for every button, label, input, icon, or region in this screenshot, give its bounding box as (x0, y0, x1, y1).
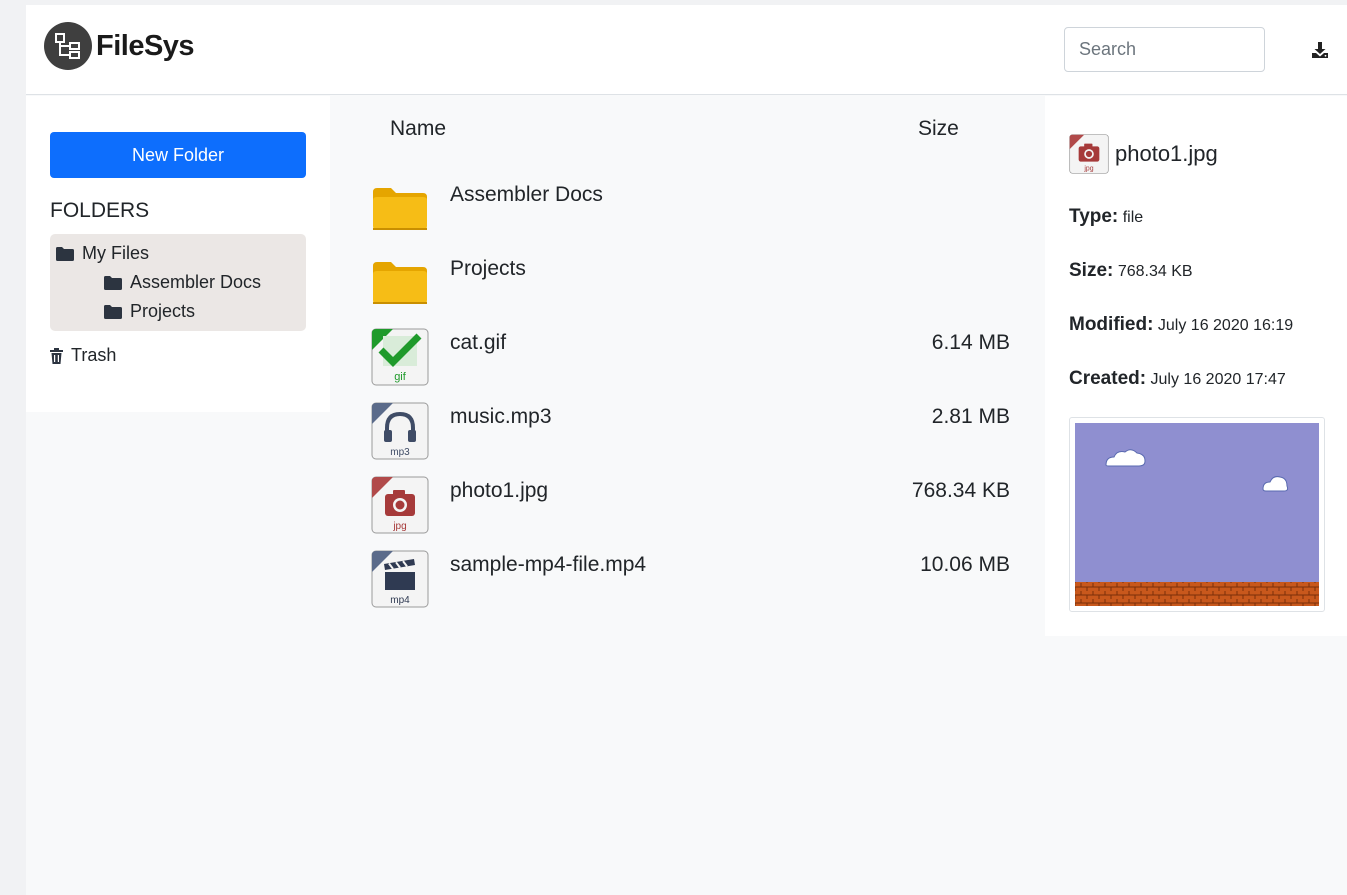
file-row-assembler-docs[interactable]: Assembler Docs (366, 177, 1016, 247)
folder-icon (56, 246, 74, 261)
column-header-size[interactable]: Size (918, 117, 959, 141)
app-name: FileSys (96, 29, 195, 62)
file-row-photo1-jpg[interactable]: jpg photo1.jpg 768.34 KB (366, 473, 1016, 543)
details-created: Created: July 16 2020 17:47 (1069, 368, 1286, 390)
file-row-sample-mp4[interactable]: mp4 sample-mp4-file.mp4 10.06 MB (366, 547, 1016, 617)
svg-text:gif: gif (394, 371, 407, 383)
details-modified: Modified: July 16 2020 16:19 (1069, 314, 1293, 336)
file-name: sample-mp4-file.mp4 (450, 553, 647, 576)
file-size: 10.06 MB (920, 553, 1010, 576)
folder-icon (373, 188, 427, 230)
header: FileSys (26, 5, 1347, 95)
file-size: 768.34 KB (911, 479, 1010, 502)
photo-thumbnail (1075, 423, 1319, 606)
tree-item-assembler-docs[interactable]: Assembler Docs (104, 272, 261, 293)
gif-file-icon: gif (371, 328, 429, 386)
details-size: Size: 768.34 KB (1069, 260, 1193, 282)
svg-text:mp4: mp4 (390, 595, 410, 606)
tree-item-projects[interactable]: Projects (104, 301, 195, 322)
file-row-cat-gif[interactable]: gif cat.gif 6.14 MB (366, 325, 1016, 395)
file-name: Assembler Docs (450, 183, 603, 206)
details-created-value: July 16 2020 17:47 (1150, 371, 1286, 388)
details-size-label: Size: (1069, 260, 1114, 281)
tree-item-label: Assembler Docs (130, 272, 262, 292)
file-size: 6.14 MB (931, 331, 1010, 354)
details-title: jpg photo1.jpg (1069, 134, 1218, 174)
jpg-file-icon: jpg (1069, 134, 1109, 174)
download-button[interactable] (1307, 38, 1333, 62)
details-created-label: Created: (1069, 368, 1147, 389)
brand[interactable]: FileSys (44, 22, 195, 70)
file-row-music-mp3[interactable]: mp3 music.mp3 2.81 MB (366, 399, 1016, 469)
file-name: photo1.jpg (450, 479, 549, 502)
svg-text:mp3: mp3 (390, 447, 410, 458)
details-size-value: 768.34 KB (1117, 263, 1193, 280)
jpg-file-icon: jpg (371, 476, 429, 534)
folders-heading: FOLDERS (50, 199, 150, 222)
file-row-projects[interactable]: Projects (366, 251, 1016, 321)
details-type: Type: file (1069, 206, 1143, 228)
file-name: music.mp3 (450, 405, 552, 428)
app-window: FileSys New Folder FOLDERS My Files (26, 5, 1347, 895)
column-header-name[interactable]: Name (390, 117, 446, 141)
details-file-name: photo1.jpg (1115, 141, 1218, 166)
new-folder-button[interactable]: New Folder (50, 132, 306, 178)
search-input[interactable] (1064, 27, 1265, 72)
trash-label: Trash (71, 345, 117, 365)
folder-icon (373, 262, 427, 304)
tree-item-label: My Files (82, 243, 149, 263)
folder-icon (104, 304, 122, 319)
svg-text:jpg: jpg (392, 521, 406, 532)
trash-link[interactable]: Trash (50, 345, 116, 366)
details-type-value: file (1122, 209, 1144, 226)
download-icon (1312, 42, 1328, 58)
tree-item-my-files[interactable]: My Files (56, 243, 149, 264)
file-name: cat.gif (450, 331, 507, 354)
file-size: 2.81 MB (931, 405, 1010, 428)
folder-tree: My Files Assembler Docs Projects (50, 234, 306, 331)
details-type-label: Type: (1069, 206, 1119, 227)
tree-item-label: Projects (130, 301, 196, 321)
mp4-file-icon: mp4 (371, 550, 429, 608)
folder-icon (104, 275, 122, 290)
trash-icon (50, 347, 63, 364)
details-panel: jpg photo1.jpg Type: file Size: 768.34 K… (1045, 96, 1347, 636)
filesys-logo-icon (44, 22, 92, 70)
details-modified-label: Modified: (1069, 314, 1154, 335)
details-modified-value: July 16 2020 16:19 (1157, 317, 1294, 334)
image-preview (1069, 417, 1325, 612)
svg-text:jpg: jpg (1083, 166, 1093, 173)
sidebar: New Folder FOLDERS My Files Assembler Do… (26, 96, 330, 412)
mp3-file-icon: mp3 (371, 402, 429, 460)
file-name: Projects (450, 257, 526, 280)
